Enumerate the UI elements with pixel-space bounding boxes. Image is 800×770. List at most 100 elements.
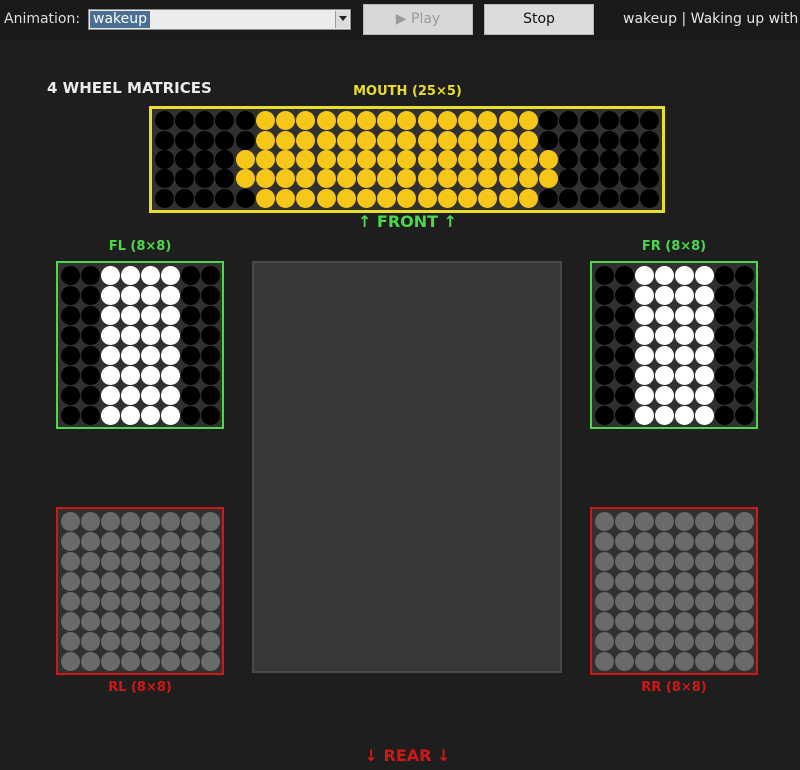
led	[458, 149, 478, 169]
stop-button[interactable]: Stop	[484, 4, 594, 35]
led	[316, 111, 336, 131]
led	[397, 149, 417, 169]
led	[296, 111, 316, 131]
led	[120, 611, 140, 631]
led	[80, 285, 100, 305]
led	[498, 111, 518, 131]
chevron-down-icon[interactable]	[335, 11, 349, 28]
led	[634, 531, 654, 551]
led	[276, 188, 296, 208]
led	[559, 111, 579, 131]
led	[200, 385, 220, 405]
led	[594, 385, 614, 405]
led	[594, 265, 614, 285]
led	[478, 188, 498, 208]
led	[120, 531, 140, 551]
led	[714, 385, 734, 405]
led	[174, 169, 194, 189]
led	[140, 531, 160, 551]
led	[377, 149, 397, 169]
led	[215, 111, 235, 131]
led	[614, 325, 634, 345]
led	[654, 591, 674, 611]
led	[100, 345, 120, 365]
led	[694, 385, 714, 405]
led	[498, 188, 518, 208]
led	[180, 325, 200, 345]
led	[594, 631, 614, 651]
led	[255, 111, 275, 131]
led	[160, 651, 180, 671]
led	[458, 111, 478, 131]
led	[614, 551, 634, 571]
led	[674, 531, 694, 551]
led	[140, 591, 160, 611]
led	[296, 149, 316, 169]
led	[160, 265, 180, 285]
led	[336, 188, 356, 208]
led	[498, 169, 518, 189]
led	[674, 305, 694, 325]
led	[714, 365, 734, 385]
led	[80, 265, 100, 285]
led	[200, 611, 220, 631]
led	[614, 305, 634, 325]
animation-select[interactable]: wakeup	[88, 9, 351, 30]
led	[620, 130, 640, 150]
led	[694, 265, 714, 285]
led	[120, 651, 140, 671]
led	[160, 611, 180, 631]
led	[674, 265, 694, 285]
fr-matrix	[590, 261, 758, 429]
led	[357, 130, 376, 150]
led	[734, 285, 754, 305]
led	[160, 345, 180, 365]
led	[120, 551, 140, 571]
toolbar: Animation: wakeup ▶ Play Stop wakeup | W…	[0, 0, 800, 40]
led	[60, 265, 80, 285]
led	[100, 285, 120, 305]
led	[559, 169, 579, 189]
led	[377, 111, 397, 131]
led	[255, 188, 275, 208]
led	[200, 551, 220, 571]
status-text: wakeup | Waking up with e	[623, 11, 800, 27]
led	[734, 365, 754, 385]
led	[200, 631, 220, 651]
led	[357, 111, 376, 131]
play-button[interactable]: ▶ Play	[363, 4, 473, 35]
led	[60, 551, 80, 571]
led	[255, 149, 275, 169]
led	[200, 345, 220, 365]
led	[316, 188, 336, 208]
led	[674, 385, 694, 405]
led	[634, 385, 654, 405]
led	[518, 111, 538, 131]
led	[140, 385, 160, 405]
front-label: ↑ FRONT ↑	[357, 212, 458, 231]
led	[60, 571, 80, 591]
led	[154, 130, 174, 150]
led	[634, 265, 654, 285]
led	[674, 631, 694, 651]
led	[614, 531, 634, 551]
led	[180, 305, 200, 325]
led	[160, 305, 180, 325]
led	[417, 149, 437, 169]
led	[276, 111, 296, 131]
led	[180, 611, 200, 631]
led	[478, 111, 498, 131]
led	[594, 611, 614, 631]
led	[180, 265, 200, 285]
led	[100, 551, 120, 571]
led	[100, 325, 120, 345]
led	[714, 591, 734, 611]
led	[674, 285, 694, 305]
led	[80, 611, 100, 631]
led	[674, 365, 694, 385]
led	[60, 305, 80, 325]
led	[437, 169, 457, 189]
led	[674, 551, 694, 571]
led	[694, 325, 714, 345]
led	[195, 130, 215, 150]
